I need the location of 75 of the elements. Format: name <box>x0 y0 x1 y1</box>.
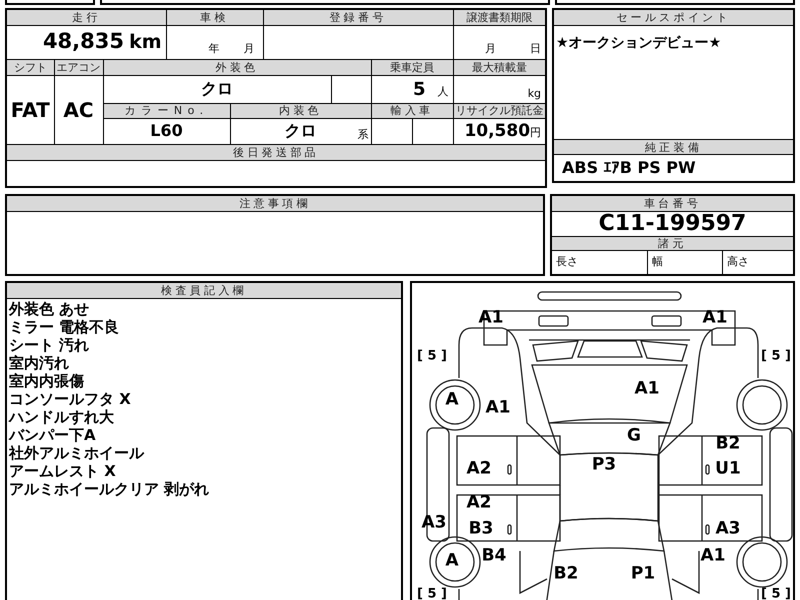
inspection-note: ハンドルすれ大 <box>9 408 115 426</box>
tire-tread-mark: [ 5 ] <box>761 587 791 600</box>
damage-mark: A1 <box>634 380 660 397</box>
section-header: 諸元 <box>552 236 793 250</box>
section-header: 車台番号 <box>552 196 793 212</box>
damage-mark: P3 <box>592 456 616 473</box>
month-unit: 月 <box>244 41 255 57</box>
day-unit: 日 <box>530 41 542 57</box>
spec-cell-text: 長さ <box>555 254 579 270</box>
inspection-note: 室内内張傷 <box>9 372 85 390</box>
table-header-cell: 内装色 <box>230 103 372 118</box>
damage-mark: A1 <box>486 399 510 416</box>
table-header-cell: 譲渡書類期限 <box>453 9 546 25</box>
wheel-icon <box>736 378 788 430</box>
inspection-note: シート 汚れ <box>9 336 90 354</box>
table-header-cell: 登録番号 <box>263 9 454 25</box>
chassis-number: C11-199597 <box>598 212 748 236</box>
section-header: 注意事項欄 <box>7 196 543 212</box>
damage-mark: B2 <box>716 435 740 452</box>
inspection-note: コンソールフタ X <box>9 390 132 408</box>
table-header-cell: リサイクル預託金 <box>453 103 546 118</box>
month-unit: 月 <box>485 41 496 57</box>
table-header-cell: 外装色 <box>103 59 372 75</box>
spec-cell: 幅 <box>647 250 722 274</box>
inspection-note: アームレスト X <box>9 462 117 480</box>
damage-mark: A3 <box>716 520 740 537</box>
damage-mark: B2 <box>554 565 578 582</box>
table-header-cell: カラーNo. <box>103 103 230 118</box>
table-header-cell: シフト <box>6 59 54 75</box>
section-header: 純正装備 <box>554 139 793 155</box>
section-header: セールスポイント <box>554 10 793 26</box>
damage-mark: A2 <box>466 460 492 477</box>
spec-cell: 高さ <box>722 250 793 274</box>
damage-mark: B4 <box>482 547 506 564</box>
inspection-note: 外装色 あせ <box>9 300 90 318</box>
inspection-note: 室内汚れ <box>9 354 70 372</box>
damage-mark: U1 <box>715 460 741 477</box>
inspection-note: 社外アルミホイール <box>9 444 146 462</box>
table-header-cell: 後日発送部品 <box>6 144 546 160</box>
inspection-note: ミラー 電格不良 <box>9 318 120 336</box>
tire-tread-mark: [ 5 ] <box>417 587 447 600</box>
table-header-cell: 乗車定員 <box>371 59 454 75</box>
table-header-cell: 車検 <box>166 9 264 25</box>
damage-mark: P1 <box>630 565 656 582</box>
tire-tread-mark: [ 5 ] <box>417 349 447 362</box>
inspection-note: バンパー下A <box>9 426 97 444</box>
wheel-icon <box>429 536 481 588</box>
recycling-fee-unit: 円 <box>530 126 542 138</box>
section-header: 検査員記入欄 <box>7 282 401 298</box>
wheel-icon <box>429 378 481 430</box>
sales-point-text: ★オークションデビュー★ <box>556 35 722 51</box>
damage-mark: G <box>627 427 641 444</box>
damage-mark: A <box>445 391 459 408</box>
table-header-cell: 最大積載量 <box>453 59 546 75</box>
damage-mark: A1 <box>700 547 726 564</box>
table-header-cell: エアコン <box>54 59 103 75</box>
inspection-note: アルミホイールクリア 剥がれ <box>9 480 210 498</box>
table-header-cell: 走行 <box>6 9 166 25</box>
damage-mark: A <box>445 552 459 569</box>
capacity-unit: 人 <box>438 84 449 98</box>
table-header-cell: 輸入車 <box>371 103 454 118</box>
wheel-icon <box>736 536 788 588</box>
equipment-text: ABS ｴｱB PS PW <box>562 157 696 179</box>
interior-color-value: クロ <box>284 121 317 140</box>
interior-color-unit: 系 <box>358 126 369 142</box>
mileage-unit: km <box>129 31 162 54</box>
mileage-value: 48,835 <box>42 29 124 54</box>
tire-tread-mark: [ 5 ] <box>761 349 791 362</box>
damage-mark: A2 <box>466 494 492 511</box>
year-unit: 年 <box>208 41 220 57</box>
damage-mark: B3 <box>468 520 494 537</box>
recycling-fee-value: 10,580 <box>464 120 530 140</box>
exterior-color-value: クロ <box>103 75 332 103</box>
capacity-value: 5 <box>413 78 426 100</box>
damage-mark: A1 <box>702 309 728 326</box>
